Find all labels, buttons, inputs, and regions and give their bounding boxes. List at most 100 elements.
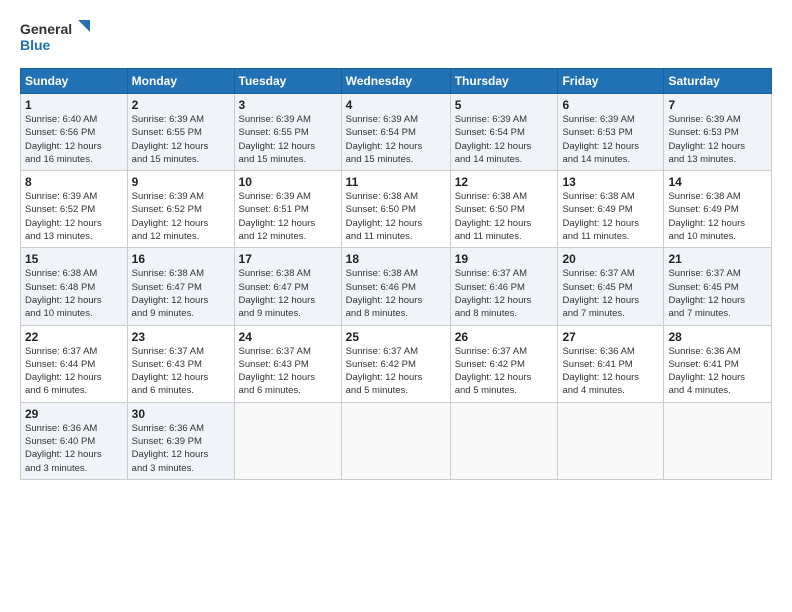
calendar-cell: 12Sunrise: 6:38 AM Sunset: 6:50 PM Dayli… (450, 171, 558, 248)
calendar-cell (450, 402, 558, 479)
calendar-cell: 23Sunrise: 6:37 AM Sunset: 6:43 PM Dayli… (127, 325, 234, 402)
calendar-cell: 2Sunrise: 6:39 AM Sunset: 6:55 PM Daylig… (127, 94, 234, 171)
calendar-cell: 3Sunrise: 6:39 AM Sunset: 6:55 PM Daylig… (234, 94, 341, 171)
day-info: Sunrise: 6:38 AM Sunset: 6:47 PM Dayligh… (239, 267, 337, 320)
calendar-cell: 7Sunrise: 6:39 AM Sunset: 6:53 PM Daylig… (664, 94, 772, 171)
calendar-cell: 9Sunrise: 6:39 AM Sunset: 6:52 PM Daylig… (127, 171, 234, 248)
logo: General Blue (20, 18, 90, 60)
calendar-cell: 18Sunrise: 6:38 AM Sunset: 6:46 PM Dayli… (341, 248, 450, 325)
day-info: Sunrise: 6:39 AM Sunset: 6:52 PM Dayligh… (132, 190, 230, 243)
day-number: 13 (562, 175, 659, 189)
day-number: 5 (455, 98, 554, 112)
calendar-cell (341, 402, 450, 479)
day-info: Sunrise: 6:36 AM Sunset: 6:40 PM Dayligh… (25, 422, 123, 475)
day-number: 27 (562, 330, 659, 344)
day-info: Sunrise: 6:39 AM Sunset: 6:54 PM Dayligh… (455, 113, 554, 166)
calendar-cell (558, 402, 664, 479)
day-info: Sunrise: 6:37 AM Sunset: 6:46 PM Dayligh… (455, 267, 554, 320)
day-number: 20 (562, 252, 659, 266)
calendar-cell: 14Sunrise: 6:38 AM Sunset: 6:49 PM Dayli… (664, 171, 772, 248)
calendar-cell: 5Sunrise: 6:39 AM Sunset: 6:54 PM Daylig… (450, 94, 558, 171)
calendar-cell: 28Sunrise: 6:36 AM Sunset: 6:41 PM Dayli… (664, 325, 772, 402)
svg-text:General: General (20, 21, 72, 37)
day-number: 26 (455, 330, 554, 344)
day-number: 25 (346, 330, 446, 344)
day-info: Sunrise: 6:37 AM Sunset: 6:42 PM Dayligh… (346, 345, 446, 398)
calendar-cell: 26Sunrise: 6:37 AM Sunset: 6:42 PM Dayli… (450, 325, 558, 402)
day-info: Sunrise: 6:39 AM Sunset: 6:53 PM Dayligh… (562, 113, 659, 166)
day-number: 24 (239, 330, 337, 344)
calendar-header-row: SundayMondayTuesdayWednesdayThursdayFrid… (21, 69, 772, 94)
day-info: Sunrise: 6:39 AM Sunset: 6:52 PM Dayligh… (25, 190, 123, 243)
day-number: 12 (455, 175, 554, 189)
calendar-cell (234, 402, 341, 479)
calendar-week-5: 29Sunrise: 6:36 AM Sunset: 6:40 PM Dayli… (21, 402, 772, 479)
day-number: 23 (132, 330, 230, 344)
day-info: Sunrise: 6:38 AM Sunset: 6:49 PM Dayligh… (668, 190, 767, 243)
day-info: Sunrise: 6:38 AM Sunset: 6:49 PM Dayligh… (562, 190, 659, 243)
day-info: Sunrise: 6:37 AM Sunset: 6:45 PM Dayligh… (668, 267, 767, 320)
weekday-header-wednesday: Wednesday (341, 69, 450, 94)
calendar-cell: 16Sunrise: 6:38 AM Sunset: 6:47 PM Dayli… (127, 248, 234, 325)
calendar-cell: 27Sunrise: 6:36 AM Sunset: 6:41 PM Dayli… (558, 325, 664, 402)
weekday-header-tuesday: Tuesday (234, 69, 341, 94)
day-number: 30 (132, 407, 230, 421)
day-info: Sunrise: 6:38 AM Sunset: 6:46 PM Dayligh… (346, 267, 446, 320)
day-number: 2 (132, 98, 230, 112)
calendar-cell: 1Sunrise: 6:40 AM Sunset: 6:56 PM Daylig… (21, 94, 128, 171)
day-number: 17 (239, 252, 337, 266)
calendar-week-1: 1Sunrise: 6:40 AM Sunset: 6:56 PM Daylig… (21, 94, 772, 171)
calendar-cell: 15Sunrise: 6:38 AM Sunset: 6:48 PM Dayli… (21, 248, 128, 325)
page: General Blue SundayMondayTuesdayWednesda… (0, 0, 792, 612)
day-number: 22 (25, 330, 123, 344)
calendar-cell: 22Sunrise: 6:37 AM Sunset: 6:44 PM Dayli… (21, 325, 128, 402)
weekday-header-monday: Monday (127, 69, 234, 94)
day-info: Sunrise: 6:36 AM Sunset: 6:41 PM Dayligh… (668, 345, 767, 398)
day-info: Sunrise: 6:39 AM Sunset: 6:55 PM Dayligh… (239, 113, 337, 166)
weekday-header-sunday: Sunday (21, 69, 128, 94)
day-info: Sunrise: 6:38 AM Sunset: 6:50 PM Dayligh… (455, 190, 554, 243)
day-number: 4 (346, 98, 446, 112)
day-info: Sunrise: 6:38 AM Sunset: 6:47 PM Dayligh… (132, 267, 230, 320)
day-number: 21 (668, 252, 767, 266)
calendar-week-4: 22Sunrise: 6:37 AM Sunset: 6:44 PM Dayli… (21, 325, 772, 402)
calendar-cell: 4Sunrise: 6:39 AM Sunset: 6:54 PM Daylig… (341, 94, 450, 171)
day-info: Sunrise: 6:39 AM Sunset: 6:55 PM Dayligh… (132, 113, 230, 166)
day-info: Sunrise: 6:39 AM Sunset: 6:53 PM Dayligh… (668, 113, 767, 166)
weekday-header-friday: Friday (558, 69, 664, 94)
calendar-cell: 21Sunrise: 6:37 AM Sunset: 6:45 PM Dayli… (664, 248, 772, 325)
day-info: Sunrise: 6:36 AM Sunset: 6:39 PM Dayligh… (132, 422, 230, 475)
calendar-cell: 10Sunrise: 6:39 AM Sunset: 6:51 PM Dayli… (234, 171, 341, 248)
day-number: 9 (132, 175, 230, 189)
day-number: 8 (25, 175, 123, 189)
calendar-cell: 24Sunrise: 6:37 AM Sunset: 6:43 PM Dayli… (234, 325, 341, 402)
day-number: 7 (668, 98, 767, 112)
day-number: 11 (346, 175, 446, 189)
calendar-cell: 11Sunrise: 6:38 AM Sunset: 6:50 PM Dayli… (341, 171, 450, 248)
day-number: 6 (562, 98, 659, 112)
svg-text:Blue: Blue (20, 37, 51, 53)
weekday-header-saturday: Saturday (664, 69, 772, 94)
day-info: Sunrise: 6:38 AM Sunset: 6:50 PM Dayligh… (346, 190, 446, 243)
day-info: Sunrise: 6:40 AM Sunset: 6:56 PM Dayligh… (25, 113, 123, 166)
day-number: 16 (132, 252, 230, 266)
calendar-cell: 6Sunrise: 6:39 AM Sunset: 6:53 PM Daylig… (558, 94, 664, 171)
day-info: Sunrise: 6:39 AM Sunset: 6:51 PM Dayligh… (239, 190, 337, 243)
calendar-cell: 19Sunrise: 6:37 AM Sunset: 6:46 PM Dayli… (450, 248, 558, 325)
day-number: 1 (25, 98, 123, 112)
calendar-cell: 17Sunrise: 6:38 AM Sunset: 6:47 PM Dayli… (234, 248, 341, 325)
day-info: Sunrise: 6:37 AM Sunset: 6:45 PM Dayligh… (562, 267, 659, 320)
calendar-cell: 20Sunrise: 6:37 AM Sunset: 6:45 PM Dayli… (558, 248, 664, 325)
day-number: 28 (668, 330, 767, 344)
calendar-cell: 29Sunrise: 6:36 AM Sunset: 6:40 PM Dayli… (21, 402, 128, 479)
day-number: 3 (239, 98, 337, 112)
calendar-week-2: 8Sunrise: 6:39 AM Sunset: 6:52 PM Daylig… (21, 171, 772, 248)
logo-svg: General Blue (20, 18, 90, 60)
weekday-header-thursday: Thursday (450, 69, 558, 94)
day-number: 18 (346, 252, 446, 266)
calendar-cell: 30Sunrise: 6:36 AM Sunset: 6:39 PM Dayli… (127, 402, 234, 479)
calendar-table: SundayMondayTuesdayWednesdayThursdayFrid… (20, 68, 772, 480)
calendar-cell: 13Sunrise: 6:38 AM Sunset: 6:49 PM Dayli… (558, 171, 664, 248)
calendar-cell: 25Sunrise: 6:37 AM Sunset: 6:42 PM Dayli… (341, 325, 450, 402)
day-number: 15 (25, 252, 123, 266)
